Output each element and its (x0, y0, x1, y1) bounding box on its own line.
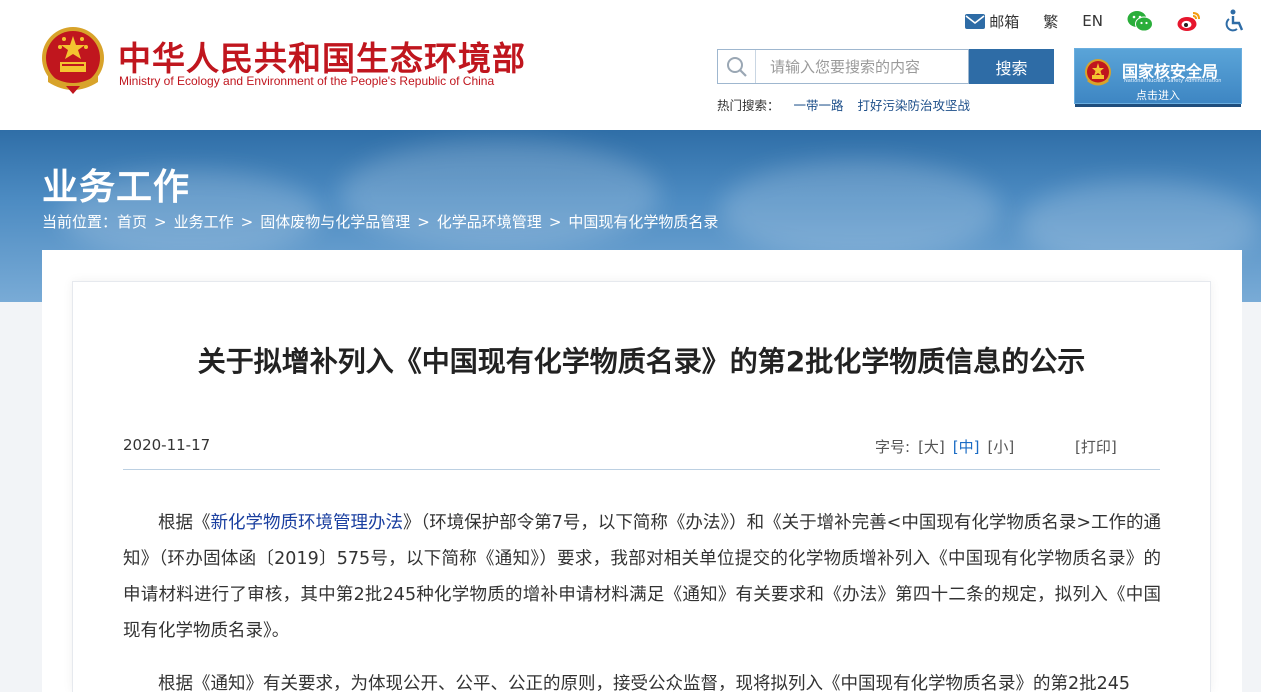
nnsa-emblem-icon (1085, 59, 1111, 86)
section-title: 业务工作 (42, 167, 191, 208)
font-size-medium-button[interactable]: [中] (953, 436, 980, 457)
site-header: 中华人民共和国生态环境部 Ministry of Ecology and Env… (0, 0, 1261, 130)
banner-cloud (340, 140, 660, 250)
accessibility-link[interactable] (1225, 9, 1245, 33)
banner-cloud (720, 160, 1000, 260)
breadcrumb-solid-waste[interactable]: 固体废物与化学品管理 (260, 211, 410, 232)
mail-icon (965, 13, 986, 29)
search-input[interactable] (756, 50, 968, 83)
mail-label: 邮箱 (989, 12, 1020, 31)
hot-search-label: 热门搜索： (717, 98, 780, 113)
regulation-link[interactable]: 新化学物质环境管理办法 (211, 513, 404, 533)
breadcrumb-separator: > (240, 212, 254, 231)
hot-search-link[interactable]: 打好污染防治攻坚战 (858, 95, 971, 114)
mail-link[interactable]: 邮箱 (965, 11, 1019, 32)
hot-search-link[interactable]: 一带一路 (794, 95, 844, 114)
font-size-large-button[interactable]: [大] (918, 436, 945, 457)
search-box (717, 49, 969, 84)
nnsa-banner-link[interactable]: 国家核安全局 National Nuclear Safety Administr… (1074, 48, 1242, 107)
breadcrumb-home[interactable]: 首页 (117, 211, 147, 232)
wechat-icon (1127, 11, 1153, 32)
breadcrumb-separator: > (417, 212, 430, 231)
site-title[interactable]: 中华人民共和国生态环境部 (118, 32, 526, 80)
publish-date: 2020-11-17 (123, 436, 211, 454)
accessibility-icon (1225, 9, 1244, 32)
weibo-link[interactable] (1177, 10, 1201, 32)
traditional-chinese-link[interactable]: 繁 (1043, 11, 1058, 32)
site-subtitle-english[interactable]: Ministry of Ecology and Environment of t… (119, 74, 494, 88)
wechat-link[interactable] (1127, 10, 1153, 32)
font-size-small-button[interactable]: [小] (988, 436, 1015, 457)
breadcrumb-business-work[interactable]: 业务工作 (174, 211, 234, 232)
breadcrumb-label: 当前位置： (42, 213, 118, 231)
article-paragraph: 根据《通知》有关要求，为体现公开、公平、公正的原则，接受公众监督，现将拟列入《中… (158, 674, 1131, 692)
nnsa-enter-label: 点击进入 (1136, 89, 1180, 102)
paragraph-text: 根据《 (158, 513, 211, 533)
search-button[interactable]: 搜索 (969, 49, 1054, 84)
weibo-icon (1177, 12, 1200, 31)
national-emblem-icon[interactable] (40, 24, 106, 96)
top-links: 邮箱 繁 EN (941, 8, 1245, 34)
breadcrumb-separator: > (548, 212, 562, 231)
search-icon[interactable] (718, 50, 756, 83)
nnsa-subtitle: National Nuclear Safety Administration (1124, 78, 1222, 84)
breadcrumb-separator: > (154, 212, 167, 231)
breadcrumb-chemical-management[interactable]: 化学品环境管理 (437, 211, 542, 232)
font-size-switcher: 字号: [大] [中] [小] (875, 436, 1014, 457)
english-link[interactable]: EN (1082, 12, 1103, 30)
print-button[interactable]: [打印] (1075, 436, 1117, 457)
article-body: 根据《新化学物质环境管理办法》（环境保护部令第7号，以下简称《办法》）和《关于增… (123, 505, 1161, 692)
hot-search: 热门搜索： 一带一路 打好污染防治攻坚战 (717, 95, 970, 114)
article-meta: 2020-11-17 字号: [大] [中] [小] [打印] (123, 436, 1160, 470)
article-title: 关于拟增补列入《中国现有化学物质名录》的第2批化学物质信息的公示 (197, 345, 1086, 378)
font-size-label: 字号: (875, 438, 911, 456)
breadcrumb: 当前位置： 首页 > 业务工作 > 固体废物与化学品管理 > 化学品环境管理 >… (42, 211, 718, 232)
article-paragraph: 根据《新化学物质环境管理办法》（环境保护部令第7号，以下简称《办法》）和《关于增… (123, 505, 1161, 649)
breadcrumb-chemical-inventory[interactable]: 中国现有化学物质名录 (568, 211, 718, 232)
nnsa-underline (1075, 104, 1241, 107)
